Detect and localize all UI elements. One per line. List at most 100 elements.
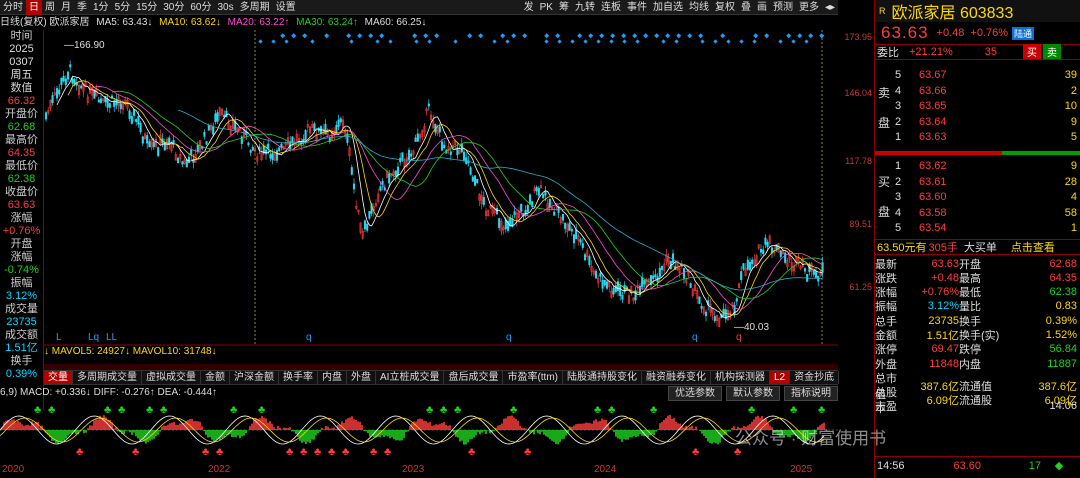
candle-body [460,143,463,153]
indicator-tab[interactable]: 市盈率(ttm) [503,371,563,384]
big-order-row[interactable]: 63.50元有 305手 大买单 点击查看 [875,238,1080,255]
candle-body [62,76,65,82]
info-line: 2025 [9,43,34,55]
candle-body [513,211,516,215]
tool-8[interactable]: 复权 [712,0,738,15]
indicator-tab[interactable]: 交量 [44,371,73,384]
candle-body [185,159,188,168]
indicator-tab[interactable]: 融资融券变化 [642,371,711,384]
buy-button[interactable]: 买 [1022,44,1041,60]
candle-body [157,147,160,157]
info-line: 64.35 [7,147,36,159]
info-line: 0307 [9,56,34,68]
indicator-tab[interactable]: 外盘 [347,371,376,384]
indicator-tab[interactable]: 资金抄底 [790,371,840,384]
tool-3[interactable]: 九转 [572,0,598,15]
indicator-tab[interactable]: AI立桩成交量 [376,371,445,384]
period-4[interactable]: 季 [74,0,90,15]
bid-level[interactable]: 2 63.61 28 [875,174,1080,190]
tool-1[interactable]: PK [537,0,556,15]
indicator-tab[interactable]: 机构探测器 [711,371,770,384]
candle-body [537,187,540,196]
ask-level[interactable]: 2 63.64 9 [875,114,1080,130]
tool-2[interactable]: 筹 [556,0,572,15]
indicator-tab[interactable]: 换手率 [279,371,318,384]
bid-level[interactable]: 4 63.58 58 [875,205,1080,221]
indicator-tab[interactable]: 金额 [201,371,230,384]
info-line: 3.12% [5,290,38,302]
bid-level[interactable]: 3 63.60 4 [875,190,1080,206]
candle-body [130,115,133,124]
info-line: 开盘 [10,238,33,250]
stat-row: 最新 63.63 开盘 62.68 [875,257,1077,271]
tool-9[interactable]: 叠 [738,0,754,15]
candlestick-chart[interactable]: —166.90—40.03L Lq LL q q q q [44,30,838,346]
candle-body [713,316,716,321]
candle-body [71,78,74,84]
tool-12[interactable]: 更多 [796,0,822,15]
tool-10[interactable]: 画 [754,0,770,15]
bid-level[interactable]: 1 63.62 9 [875,159,1080,175]
ma10-value: MA10: 63.62↓ [159,17,221,28]
indicator-tab[interactable]: 沪深金额 [230,371,279,384]
ask-level[interactable]: 3 63.65 10 [875,99,1080,115]
period-2[interactable]: 周 [42,0,58,15]
tool-6[interactable]: 加自选 [650,0,686,15]
candle-body [561,214,565,221]
indicator-tab[interactable]: 内盘 [318,371,347,384]
indicator-tab[interactable]: 虚拟成交量 [142,371,201,384]
period-0[interactable]: 分时 [0,0,26,15]
candle-body [438,126,441,133]
period-3[interactable]: 月 [58,0,74,15]
period-7[interactable]: 15分 [133,0,160,15]
period-8[interactable]: 30分 [160,0,187,15]
ask-level[interactable]: 5 63.67 39 [875,68,1080,84]
candle-body [269,154,272,159]
indicator-tabs: 交量 多周期成交量 虚拟成交量 金额 沪深金额 换手率 内盘 外盘 AI立桩成交量 盘后成交量 市盈… [44,370,840,385]
tool-7[interactable]: 均线 [686,0,712,15]
bid-level[interactable]: 5 63.54 1 [875,221,1080,237]
mavol-label: ↓ MAVOL5: 24927↓ MAVOL10: 31748↓ [44,346,217,357]
indicator-tab[interactable]: 多周期成交量 [73,371,142,384]
period-5[interactable]: 1分 [90,0,112,15]
date-tick: 2024 [594,464,617,475]
app-window: 分时日周月季 1分 5分 15分 30分 60分 30s 多周期 设置 发 PK 筹九转 连板 事件 加自选… [0,0,1080,478]
indicator-tab[interactable]: 盘后成交量 [444,371,504,384]
period-10[interactable]: 30s [215,0,237,15]
indicator-tab[interactable]: 陆股通持股变化 [563,371,642,384]
weibi-value: +21.21% [909,45,953,58]
macd-signal: ♣ [146,404,153,416]
candle-body [216,112,219,122]
period-9[interactable]: 60分 [187,0,214,15]
candle-body [146,135,149,144]
ask-book: 5 63.67 39 4 63.66 2 3 63.65 10 2 63.64 9 1 63.63 5 卖盘 [875,60,1080,151]
info-line: 23735 [6,316,37,328]
tool-5[interactable]: 事件 [624,0,650,15]
candle-body [572,234,576,244]
indicator-tab[interactable]: L2 [770,371,791,384]
candle-body [135,119,138,122]
ask-level[interactable]: 1 63.63 5 [875,130,1080,146]
period-6[interactable]: 5分 [112,0,134,15]
panel-toggle-icon[interactable]: ◂▸ [822,0,838,15]
candle-body [203,132,206,137]
candle-body [427,103,430,107]
candle-body [407,149,411,161]
period-11[interactable]: 多周期 [237,0,273,15]
date-tick: 2022 [208,464,231,475]
tool-4[interactable]: 连板 [598,0,624,15]
candle-body [181,161,184,165]
macd-chart[interactable]: ♣♣♣♣♣♣♣♣♣♣♣♣♣♣♣♣♣♣♣♣♣♣♣♣♣♣♣♣♣♣♣♣♣9.08-9.… [0,399,838,461]
ask-level[interactable]: 4 63.66 2 [875,83,1080,99]
tool-11[interactable]: 预测 [770,0,796,15]
price-tick: 89.51 [849,219,872,229]
view-details-link[interactable]: 点击查看 [1011,239,1055,255]
candle-body [275,150,279,161]
price-tick: 173.95 [844,32,872,42]
sell-button[interactable]: 卖 [1042,44,1061,60]
tool-0[interactable]: 发 [521,0,537,15]
candle-body [612,287,615,295]
ma60-value: MA60: 66.25↓ [364,17,427,28]
period-12[interactable]: 设置 [273,0,299,15]
period-1[interactable]: 日 [26,0,42,15]
